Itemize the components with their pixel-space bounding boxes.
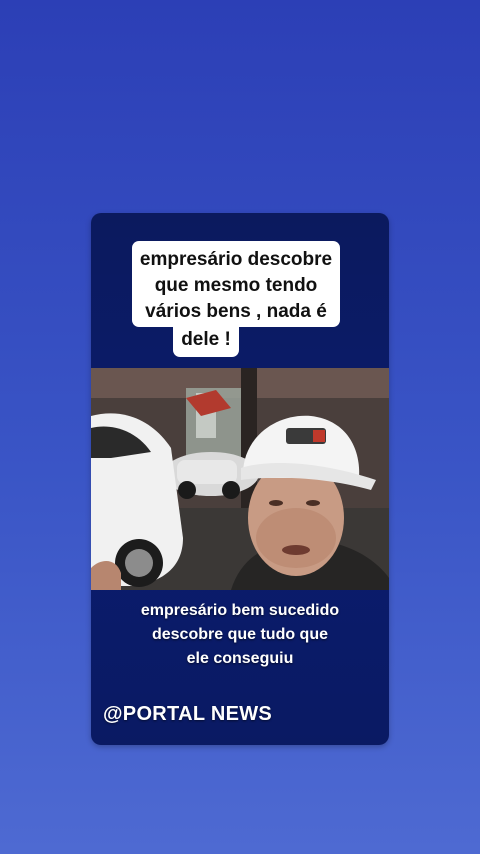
story-page: empresário descobre que mesmo tendo vári… [0, 0, 480, 854]
video-frame-illustration [91, 368, 389, 590]
headline-line-1: empresário descobre [139, 249, 333, 270]
subtitle-caption: empresário bem sucedido descobre que tud… [91, 599, 389, 671]
news-card[interactable]: empresário descobre que mesmo tendo vári… [91, 213, 389, 745]
subtitle-line-2: descobre que tudo que [151, 626, 328, 643]
headline-caption: empresário descobre que mesmo tendo vári… [119, 241, 353, 357]
headline-line-4: dele ! [173, 327, 239, 357]
video-frame-photo[interactable] [91, 368, 389, 590]
brand-label: @PORTAL NEWS [103, 703, 273, 725]
headline-line-2: que mesmo tendo [154, 275, 318, 296]
headline-box: empresário descobre que mesmo tendo vári… [131, 241, 341, 327]
headline-line-3: vários bens , nada é [145, 301, 327, 322]
subtitle-line-1: empresário bem sucedido [140, 602, 340, 619]
subtitle-line-3: ele conseguiu [186, 650, 294, 667]
